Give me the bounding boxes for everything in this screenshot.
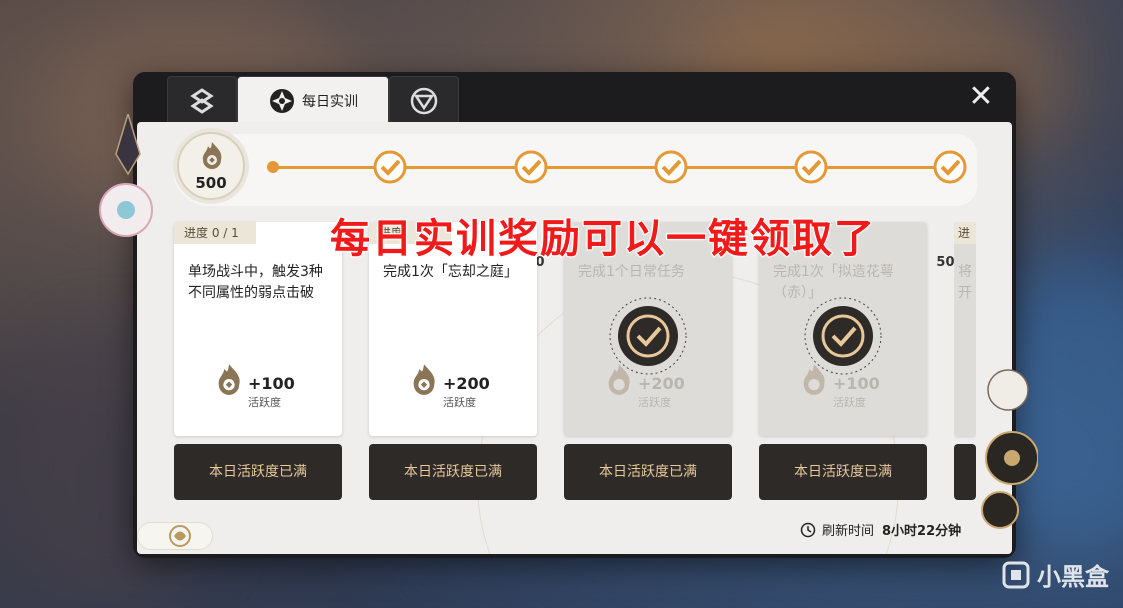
- close-button[interactable]: ✕: [966, 82, 996, 112]
- flame-coin-icon: [218, 364, 240, 395]
- ornament-left-icon: [99, 114, 153, 237]
- task-description: 将 开: [958, 264, 972, 301]
- reward-label: 活跃度: [638, 396, 671, 409]
- ornament-right-icon: [981, 369, 1038, 529]
- daily-training-icon: [270, 88, 294, 113]
- shield-icon: [410, 87, 438, 114]
- activity-full-button[interactable]: [954, 444, 976, 500]
- clock-icon: [800, 522, 816, 537]
- activity-full-button[interactable]: 本日活跃度已满: [759, 444, 927, 500]
- task-description: 完成1个日常任务: [578, 264, 685, 280]
- swirl-icon: [190, 87, 214, 114]
- reward-label: 活跃度: [248, 396, 281, 409]
- watermark-text: 小黑盒: [1037, 563, 1109, 591]
- task-card-body: 进 将 开: [954, 222, 976, 436]
- task-card-partial[interactable]: 进 将 开: [954, 222, 976, 500]
- task-description: 单场战斗中，触发3种不同属性的弱点击破: [188, 264, 323, 301]
- task-card-body: 进度 0 / 1 单场战斗中，触发3种不同属性的弱点击破 +100 活跃度: [174, 222, 342, 436]
- watermark-logo-icon: [1002, 561, 1030, 588]
- reward-label: 活跃度: [833, 396, 866, 409]
- reward-label: 活跃度: [443, 396, 476, 409]
- annotation-text: 每日实训奖励可以一键领取了: [329, 215, 876, 263]
- reward-value: +100: [248, 374, 295, 393]
- tab-swirl[interactable]: [167, 76, 237, 124]
- activity-full-button[interactable]: 本日活跃度已满: [369, 444, 537, 500]
- refresh-timer: 刷新时间 8小时22分钟: [800, 520, 961, 539]
- milestone-check-icon[interactable]: [514, 150, 548, 184]
- reward-value: +200: [443, 374, 490, 393]
- flame-coin-icon: [608, 364, 630, 395]
- emblem-icon: [169, 525, 191, 547]
- activity-full-button[interactable]: 本日活跃度已满: [174, 444, 342, 500]
- activity-total: 500: [195, 174, 227, 192]
- milestone-check-icon[interactable]: [373, 150, 407, 184]
- flame-coin-icon: [202, 142, 222, 169]
- close-icon: ✕: [968, 79, 994, 114]
- watermark: 小黑盒: [1001, 557, 1109, 592]
- activity-progress: [173, 134, 977, 206]
- tab-shield[interactable]: [389, 76, 459, 124]
- emblem-badge: [137, 522, 213, 550]
- activity-medal: 500: [177, 132, 245, 200]
- reward-value: +200: [638, 374, 685, 393]
- activity-full-button[interactable]: 本日活跃度已满: [564, 444, 732, 500]
- tab-daily-training[interactable]: 每日实训: [237, 76, 389, 124]
- reward-value: +100: [833, 374, 880, 393]
- flame-coin-icon: [803, 364, 825, 395]
- flame-coin-icon: [413, 364, 435, 395]
- refresh-value: 8小时22分钟: [882, 524, 962, 539]
- tab-bar: 每日实训: [167, 76, 459, 124]
- task-progress: 进度 0 / 1: [174, 222, 256, 244]
- task-description: 完成1次「忘却之庭」: [383, 264, 518, 280]
- milestone-check-icon[interactable]: [654, 150, 688, 184]
- refresh-label: 刷新时间: [822, 524, 875, 539]
- tab-label: 每日实训: [302, 93, 358, 110]
- milestone-start-dot: [267, 161, 279, 173]
- milestone-check-icon[interactable]: [933, 150, 967, 184]
- milestone-check-icon[interactable]: [794, 150, 828, 184]
- task-card[interactable]: 进度 0 / 1 单场战斗中，触发3种不同属性的弱点击破 +100 活跃度 本日…: [174, 222, 342, 500]
- task-progress: 进: [954, 222, 976, 244]
